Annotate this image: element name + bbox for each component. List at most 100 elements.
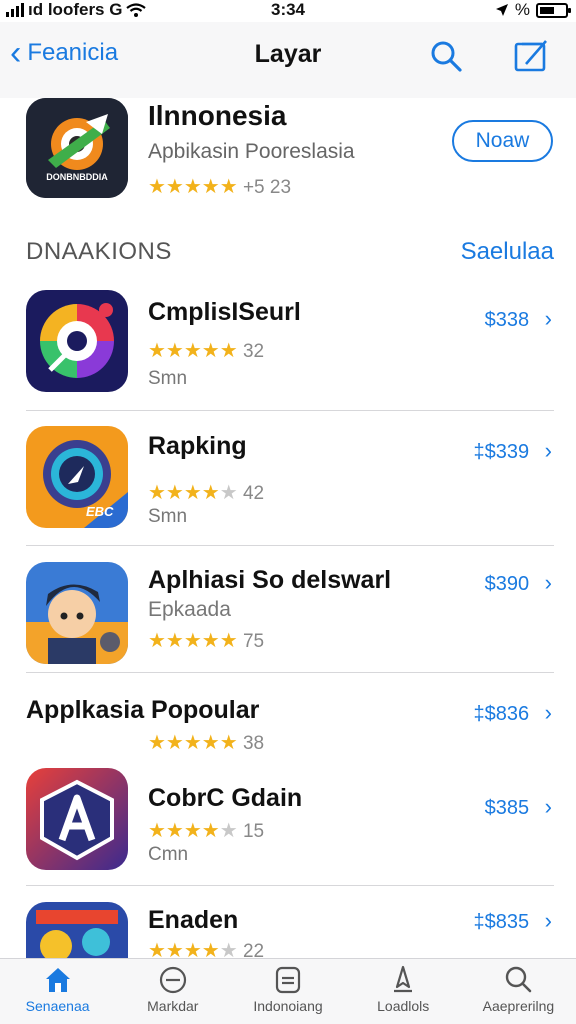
- search-icon[interactable]: [428, 38, 464, 74]
- search-icon: [506, 966, 532, 993]
- featured-rating: ★★★★★ +5 23: [148, 174, 291, 199]
- price-button[interactable]: $390 ›: [485, 570, 552, 596]
- star-rating: ★★★★★: [148, 176, 238, 198]
- battery-percent: %: [514, 0, 530, 19]
- app-rating: ★★★★★ 32: [148, 338, 264, 363]
- rating-count: 75: [242, 631, 265, 652]
- get-button[interactable]: Noaw: [452, 120, 553, 162]
- section-header: DNAAKIONS Saelulaa: [26, 238, 554, 270]
- app-rating: ★★★★★ 38: [148, 730, 264, 755]
- app-icon: EBC: [26, 426, 128, 528]
- featured-app-subtitle: Apbikasin Pooreslasia: [148, 140, 355, 163]
- featured-logo-icon: [26, 98, 128, 198]
- status-right: %: [495, 0, 571, 20]
- app-name: Rapking: [148, 432, 247, 460]
- tab-loadlols[interactable]: Loadlols: [346, 959, 461, 1024]
- chevron-right-icon: ›: [544, 570, 552, 595]
- divider: [26, 672, 554, 673]
- status-time: 3:34: [270, 0, 306, 19]
- star-rating: ★★★★: [148, 820, 220, 842]
- rating-count: 42: [242, 483, 265, 504]
- rating-count: 32: [242, 341, 265, 362]
- location-arrow-icon: [495, 4, 508, 16]
- app-rating: ★★★★★ 42: [148, 480, 264, 505]
- list-item[interactable]: Aplhiasi So delswarl Epkaada ★★★★★ 75 $3…: [0, 560, 576, 690]
- game-app-icon: [26, 902, 128, 958]
- price-label: ‡$339: [473, 441, 530, 463]
- tab-indonoiang[interactable]: Indonoiang: [230, 959, 345, 1024]
- price-label: ‡$836: [473, 703, 530, 725]
- status-bar: ıd loofers G 3:34 %: [0, 0, 576, 22]
- list-item[interactable]: Applkasia Popoular ★★★★★ 38 ‡$836 ›: [0, 690, 576, 760]
- app-icon: [26, 768, 128, 870]
- price-button[interactable]: $385 ›: [485, 794, 552, 820]
- rocket-icon: [394, 965, 413, 993]
- chevron-right-icon: ›: [544, 908, 552, 933]
- star-rating: ★★★★★: [148, 340, 238, 362]
- app-subtitle: Smn: [148, 506, 188, 527]
- divider: [26, 545, 554, 546]
- rating-count: 15: [242, 821, 265, 842]
- app-subtitle: Epkaada: [148, 598, 231, 621]
- list-item[interactable]: EBC Rapking ★★★★★ 42 Smn ‡$339 ›: [0, 424, 576, 554]
- list-item[interactable]: Enaden ★★★★★ 22 ‡$835 ›: [0, 900, 576, 958]
- tab-label: Markdar: [147, 998, 199, 1014]
- chevron-right-icon: ›: [544, 794, 552, 819]
- character-app-icon: [26, 562, 128, 664]
- app-icon: [26, 562, 128, 664]
- app-rating: ★★★★★ 75: [148, 628, 264, 653]
- star-rating-empty: ★: [219, 820, 238, 842]
- star-rating: ★★★★★: [148, 732, 238, 754]
- see-all-link[interactable]: Saelulaa: [461, 238, 554, 266]
- tab-search[interactable]: Aaeprerilng: [461, 959, 576, 1024]
- tab-label: Senaenaa: [25, 998, 90, 1014]
- price-label: $390: [484, 573, 530, 595]
- app-icon: [26, 290, 128, 392]
- app-rating: ★★★★★ 22: [148, 938, 264, 958]
- camera-app-icon: [26, 290, 128, 392]
- tab-label: Indonoiang: [253, 998, 323, 1014]
- featured-app[interactable]: DONBNBDDIA Ilnnonesia Apbikasin Pooresla…: [0, 98, 576, 218]
- app-rating: ★★★★★ 15: [148, 818, 264, 843]
- chevron-right-icon: ›: [544, 306, 552, 331]
- battery-icon: [536, 2, 571, 18]
- star-rating: ★★★★: [148, 940, 220, 958]
- price-button[interactable]: ‡$339 ›: [473, 438, 552, 464]
- price-label: ‡$835: [473, 911, 530, 933]
- home-icon: [45, 968, 70, 992]
- divider: [26, 885, 554, 886]
- app-subtitle: Cmn: [148, 844, 189, 865]
- star-rating: ★★★★★: [148, 630, 238, 652]
- tab-label: Loadlols: [377, 998, 430, 1014]
- circle-tab-icon: [159, 966, 186, 994]
- tab-bar: Senaenaa Markdar Indonoiang Loadlols Aae…: [0, 958, 576, 1024]
- price-label: $338: [484, 309, 530, 331]
- app-name: CmplisISeurl: [148, 298, 301, 326]
- app-name: Aplhiasi So delswarl: [148, 566, 392, 594]
- list-item[interactable]: CmplisISeurl ★★★★★ 32 Smn $338 ›: [0, 290, 576, 420]
- compose-icon[interactable]: [512, 38, 550, 74]
- star-rating: ★★★★: [148, 482, 220, 504]
- price-button[interactable]: $338 ›: [485, 306, 552, 332]
- page-title: Layar: [254, 40, 322, 68]
- tab-markdar[interactable]: Markdar: [115, 959, 230, 1024]
- app-name: Applkasia Popoular: [26, 696, 260, 724]
- tab-home[interactable]: Senaenaa: [0, 959, 115, 1024]
- featured-app-name: Ilnnonesia: [148, 100, 287, 131]
- featured-icon-caption: DONBNBDDIA: [46, 172, 108, 182]
- list-item[interactable]: CobrC Gdain ★★★★★ 15 Cmn $385 ›: [0, 766, 576, 896]
- price-button[interactable]: ‡$836 ›: [473, 700, 552, 726]
- nav-bar: ‹ Feanicia Layar: [0, 22, 576, 98]
- app-name: Enaden: [148, 906, 239, 934]
- rating-count: 38: [242, 733, 265, 754]
- star-rating-empty: ★: [219, 940, 238, 958]
- featured-app-icon: DONBNBDDIA: [26, 98, 128, 198]
- star-rating-empty: ★: [219, 482, 238, 504]
- rating-count: 22: [242, 941, 265, 958]
- icon-caption: EBC: [86, 504, 114, 519]
- divider: [26, 410, 554, 411]
- price-button[interactable]: ‡$835 ›: [473, 908, 552, 934]
- chevron-right-icon: ›: [544, 700, 552, 725]
- chevron-right-icon: ›: [544, 438, 552, 463]
- app-subtitle: Smn: [148, 368, 188, 389]
